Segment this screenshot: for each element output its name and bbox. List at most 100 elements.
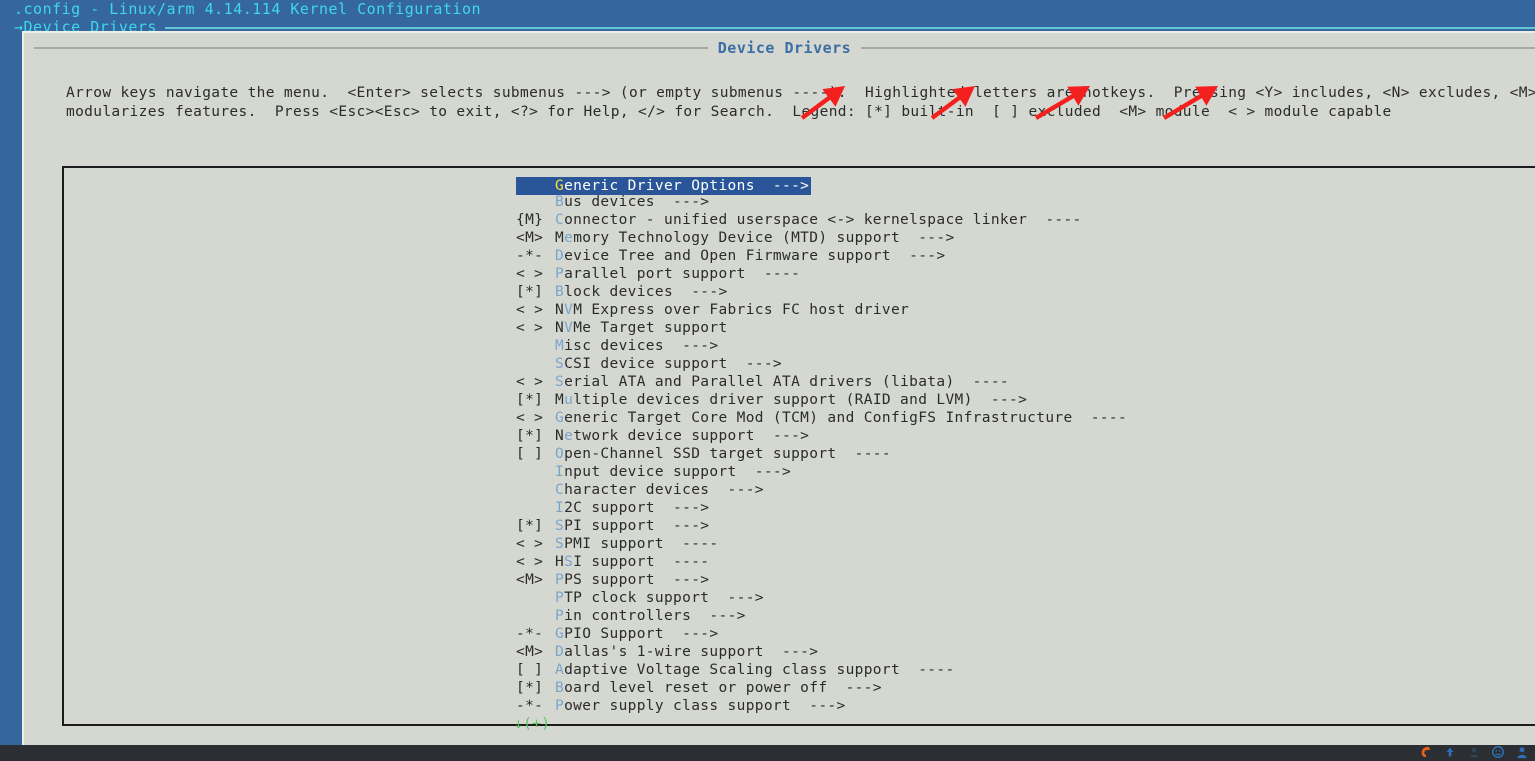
dialog-rule-right xyxy=(861,47,1535,49)
menu-item-hotkey: V xyxy=(564,320,574,336)
menu-item-label: twork device support ---> xyxy=(573,428,810,444)
menu-item[interactable]: <M> Memory Technology Device (MTD) suppo… xyxy=(516,229,1535,247)
menu-item-state: [ ] xyxy=(516,446,553,462)
menu-item-state: [ ] xyxy=(516,662,553,678)
menu-item[interactable]: Character devices ---> xyxy=(516,481,1535,499)
menu-item-state: -*- xyxy=(516,698,553,714)
menu-item-state xyxy=(516,607,555,625)
menu-item-state: [*] xyxy=(516,428,553,444)
menu-item-label: arallel port support ---- xyxy=(564,266,801,282)
menu-item[interactable]: Pin controllers ---> xyxy=(516,607,1535,625)
menu-item-state: [*] xyxy=(516,518,553,534)
menu-item-label: ltiple devices driver support (RAID and … xyxy=(573,392,1028,408)
menu-item-hotkey: P xyxy=(555,266,565,282)
menu-item-hotkey: D xyxy=(555,248,565,264)
menu-item-state: < > xyxy=(516,320,553,336)
menu-item-hotkey: C xyxy=(555,482,565,498)
menu-item[interactable]: [ ] Open-Channel SSD target support ---- xyxy=(516,445,1535,463)
menu-item-label: us devices ---> xyxy=(564,194,710,210)
menu-item[interactable]: < > Serial ATA and Parallel ATA drivers … xyxy=(516,373,1535,391)
menu-item-label: lock devices ---> xyxy=(564,284,728,300)
menu-item[interactable]: -*- GPIO Support ---> xyxy=(516,625,1535,643)
menu-item-label-pre: N xyxy=(555,302,565,318)
menu-item-label: eneric Driver Options ---> xyxy=(564,178,810,194)
menu-item-label: 2C support ---> xyxy=(564,500,710,516)
menu-item[interactable]: < > Generic Target Core Mod (TCM) and Co… xyxy=(516,409,1535,427)
menu-item-label: haracter devices ---> xyxy=(564,482,764,498)
menu-item-state xyxy=(516,481,555,499)
menu-item-label: evice Tree and Open Firmware support ---… xyxy=(564,248,946,264)
menu-item-hotkey: G xyxy=(555,178,565,194)
menu-item[interactable]: {M} Connector - unified userspace <-> ke… xyxy=(516,211,1535,229)
menuconfig-screen: .config - Linux/arm 4.14.114 Kernel Conf… xyxy=(0,0,1535,761)
menu-item-label: I support ---- xyxy=(573,554,710,570)
menu-item[interactable]: < > SPMI support ---- xyxy=(516,535,1535,553)
menu-item-hotkey: I xyxy=(555,464,565,480)
menu-item[interactable]: <M> PPS support ---> xyxy=(516,571,1535,589)
menu-item-state: < > xyxy=(516,410,553,426)
menu-item-hotkey: S xyxy=(555,536,565,552)
menu-item-label: ower supply class support ---> xyxy=(564,698,846,714)
menu-item[interactable]: Input device support ---> xyxy=(516,463,1535,481)
menu-item[interactable]: Misc devices ---> xyxy=(516,337,1535,355)
menu-item[interactable]: [ ] Adaptive Voltage Scaling class suppo… xyxy=(516,661,1535,679)
taskbar-icon-group xyxy=(1419,745,1529,761)
menu-item[interactable]: -*- Device Tree and Open Firmware suppor… xyxy=(516,247,1535,265)
user-small-icon[interactable] xyxy=(1467,745,1481,759)
menu-item-state xyxy=(516,589,555,607)
kernel-config-title: .config - Linux/arm 4.14.114 Kernel Conf… xyxy=(14,0,482,18)
menu-item-hotkey: B xyxy=(555,284,565,300)
menu-item-hotkey: I xyxy=(555,500,565,516)
menu-item-label-pre: H xyxy=(555,554,565,570)
menu-item-hotkey: G xyxy=(555,410,565,426)
menu-item-state: [*] xyxy=(516,680,553,696)
menu-item[interactable]: < > NVMe Target support xyxy=(516,319,1535,337)
menu-item-hotkey: e xyxy=(564,428,574,444)
menu-item[interactable]: < > Parallel port support ---- xyxy=(516,265,1535,283)
smiley-icon[interactable] xyxy=(1491,745,1505,759)
menu-item[interactable]: <M> Dallas's 1-wire support ---> xyxy=(516,643,1535,661)
menu-item-label: mory Technology Device (MTD) support ---… xyxy=(573,230,955,246)
menu-item[interactable]: [*] Multiple devices driver support (RAI… xyxy=(516,391,1535,409)
menu-item-label: allas's 1-wire support ---> xyxy=(564,644,819,660)
menu-list-box[interactable]: Generic Driver Options ---> Bus devices … xyxy=(62,166,1535,726)
menu-item-label: M Express over Fabrics FC host driver xyxy=(573,302,910,318)
browser-icon[interactable] xyxy=(1419,745,1433,759)
menu-item-hotkey: V xyxy=(564,302,574,318)
menu-item[interactable]: SCSI device support ---> xyxy=(516,355,1535,373)
menu-item-label: isc devices ---> xyxy=(564,338,719,354)
menu-item-state: < > xyxy=(516,536,553,552)
menu-item[interactable]: [*] Network device support ---> xyxy=(516,427,1535,445)
menu-item-label: PIO Support ---> xyxy=(564,626,719,642)
menu-item-hotkey: P xyxy=(555,590,565,606)
menu-item-state: [*] xyxy=(516,284,553,300)
help-line-2: modularizes features. Press <Esc><Esc> t… xyxy=(66,104,1392,120)
menu-item-state: -*- xyxy=(516,626,553,642)
menu-item-state: [*] xyxy=(516,392,553,408)
person-icon[interactable] xyxy=(1515,745,1529,759)
menu-item-label: erial ATA and Parallel ATA drivers (liba… xyxy=(564,374,1010,390)
menu-item[interactable]: Bus devices ---> xyxy=(516,193,1535,211)
upload-icon[interactable] xyxy=(1443,745,1457,759)
menu-item[interactable]: [*] Board level reset or power off ---> xyxy=(516,679,1535,697)
help-legend-text: Arrow keys navigate the menu. <Enter> se… xyxy=(66,84,1535,122)
menu-item-hotkey: O xyxy=(555,446,565,462)
menu-item[interactable]: PTP clock support ---> xyxy=(516,589,1535,607)
menu-item-state xyxy=(516,499,555,517)
menu-item-label: PI support ---> xyxy=(564,518,710,534)
menu-item[interactable]: [*] SPI support ---> xyxy=(516,517,1535,535)
menu-item-hotkey: C xyxy=(555,212,565,228)
menu-item-state xyxy=(516,355,555,373)
menu-item[interactable]: -*- Power supply class support ---> xyxy=(516,697,1535,715)
menu-item-hotkey: e xyxy=(564,230,574,246)
menu-item[interactable]: < > HSI support ---- xyxy=(516,553,1535,571)
menu-item-label: pen-Channel SSD target support ---- xyxy=(564,446,891,462)
breadcrumb-rule xyxy=(164,27,1535,29)
menu-item[interactable]: [*] Block devices ---> xyxy=(516,283,1535,301)
menu-item[interactable]: < > NVM Express over Fabrics FC host dri… xyxy=(516,301,1535,319)
menu-item-label-pre: M xyxy=(555,230,565,246)
menu-item-state: < > xyxy=(516,554,553,570)
menu-item-state: <M> xyxy=(516,230,553,246)
menu-item[interactable]: I2C support ---> xyxy=(516,499,1535,517)
scroll-down-indicator[interactable]: ↓(+) xyxy=(514,715,550,733)
